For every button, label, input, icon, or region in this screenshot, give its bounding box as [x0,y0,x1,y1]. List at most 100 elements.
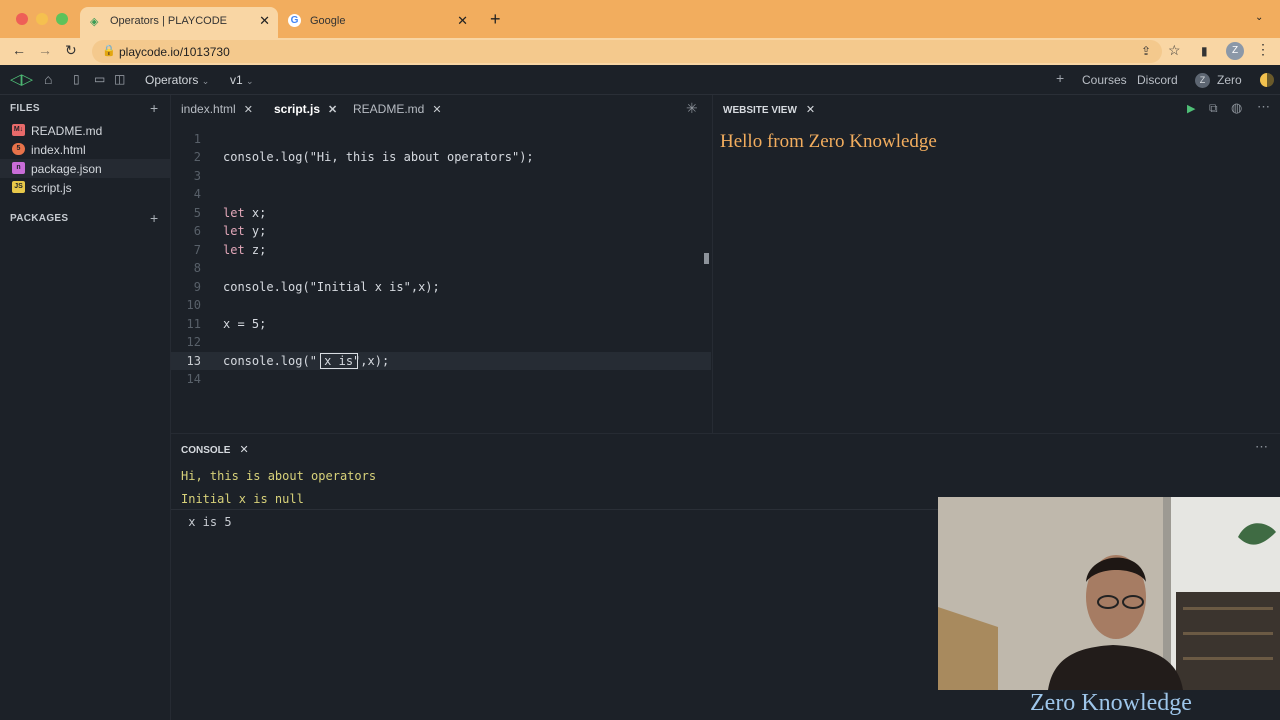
code-text: console.log("Hi, this is about operators… [223,150,534,164]
editor-tab-bar: index.html ✕ script.js ✕ README.md ✕ ✳ [171,95,711,123]
file-sidebar: FILES + M↓ README.md 5 index.html n pack… [0,95,171,720]
text-cursor-icon [704,253,709,264]
tab-readme-md[interactable]: README.md ✕ [353,102,442,116]
file-item-index-html[interactable]: 5 index.html [0,140,170,159]
tab-list-chevron-icon[interactable]: ⌄ [1255,12,1263,23]
playcode-logo-icon[interactable]: ◁▷ [10,70,33,88]
files-heading: FILES [10,103,40,114]
user-avatar[interactable]: Z [1195,73,1210,88]
discord-link[interactable]: Discord [1137,73,1178,87]
markdown-icon: M↓ [12,124,25,136]
code-rest: y; [244,224,267,238]
sidebar-toggle-icon[interactable]: ▮ [1201,44,1208,58]
google-favicon-icon: G [288,14,301,27]
address-bar[interactable]: 🔒 playcode.io/1013730 [92,40,1162,63]
javascript-icon: JS [12,181,25,193]
theme-toggle-icon[interactable] [1260,73,1274,87]
webcam-overlay [938,497,1280,690]
code-text: x = 5; [223,317,267,331]
profile-avatar[interactable]: Z [1226,42,1244,60]
code-text: console.log("Initial x is",x); [223,280,440,294]
project-name-dropdown[interactable]: Operators ⌄ [145,73,209,87]
project-name: Operators [145,73,199,87]
user-name[interactable]: Zero [1217,73,1242,87]
browser-toolbar: ← → ↻ 🔒 playcode.io/1013730 ⇪ ☆ ▮ Z ⋮ [0,38,1280,65]
tab-index-html[interactable]: index.html ✕ [181,102,253,116]
console-log-line: x is 5 [181,515,232,529]
version-dropdown[interactable]: v1 ⌄ [230,73,254,87]
share-icon[interactable]: ⇪ [1141,44,1151,58]
code-line: 4 [171,185,711,203]
home-icon[interactable]: ⌂ [44,71,52,87]
minimize-window-button[interactable] [36,13,48,25]
code-line: 6 let y; [171,222,711,240]
open-window-icon[interactable]: ⧉ [1209,101,1218,116]
bookmark-star-icon[interactable]: ☆ [1168,42,1181,59]
add-package-button[interactable]: + [150,210,158,226]
website-view-tab[interactable]: WEBSITE VIEW ✕ [723,103,815,116]
presenter-video-icon [938,497,1280,690]
line-number: 3 [193,169,201,183]
rendered-heading: Hello from Zero Knowledge [720,131,937,152]
add-file-button[interactable]: + [150,100,158,116]
line-number: 2 [193,150,201,164]
layout-sidebar-icon[interactable]: ▯ [73,72,80,86]
browser-tab-google[interactable]: G Google ✕ [280,7,476,38]
code-text: let y; [223,224,266,238]
close-icon[interactable]: ✕ [432,104,441,116]
line-number: 7 [193,243,201,257]
browser-tab-bar: ◈ Operators | PLAYCODE ✕ G Google ✕ + ⌄ [0,0,1280,38]
globe-icon[interactable]: ◍ [1231,100,1242,116]
back-arrow-icon[interactable]: ← [12,42,26,58]
more-options-icon[interactable]: ⋯ [1257,99,1270,115]
run-play-icon[interactable]: ▶ [1187,102,1195,115]
close-tab-icon[interactable]: ✕ [259,13,270,29]
close-window-button[interactable] [16,13,28,25]
layout-split-icon[interactable]: ◫ [114,72,125,86]
forward-arrow-icon[interactable]: → [38,42,52,58]
file-name: script.js [31,181,72,195]
console-tab[interactable]: CONSOLE ✕ [181,443,249,456]
url-text: playcode.io/1013730 [119,45,230,59]
tab-label: index.html [181,102,236,116]
add-icon[interactable]: + [1056,70,1064,86]
close-icon[interactable]: ✕ [328,104,337,116]
version-label: v1 [230,73,243,87]
line-number: 1 [193,132,201,146]
line-number: 11 [186,317,201,331]
courses-link[interactable]: Courses [1082,73,1127,87]
packages-heading: PACKAGES [10,213,69,224]
close-tab-icon[interactable]: ✕ [457,13,468,29]
lock-icon: 🔒 [102,45,116,57]
browser-tab-playcode[interactable]: ◈ Operators | PLAYCODE ✕ [80,7,278,38]
maximize-window-button[interactable] [56,13,68,25]
keyword: let [223,206,245,220]
file-item-package-json[interactable]: n package.json [0,159,170,178]
channel-watermark: Zero Knowledge [1030,690,1192,716]
line-number: 8 [193,261,201,275]
tab-script-js[interactable]: script.js ✕ [274,102,337,116]
close-icon[interactable]: ✕ [806,104,815,116]
menu-kebab-icon[interactable]: ⋮ [1256,41,1270,58]
code-rest: x; [244,206,267,220]
close-icon[interactable]: ✕ [239,444,248,456]
code-line: 8 [171,259,711,277]
tab-label: script.js [274,102,321,116]
code-line: 14 [171,370,711,388]
line-number: 12 [186,335,201,349]
tab-title: Google [310,15,346,27]
code-text: console.log(" x is",x); [223,354,390,368]
more-options-icon[interactable]: ⋯ [1255,439,1268,455]
layout-bottom-icon[interactable]: ▭ [94,72,105,86]
close-icon[interactable]: ✕ [244,104,253,116]
code-editor[interactable]: 1 2 console.log("Hi, this is about operat… [171,123,711,433]
file-item-script-js[interactable]: JS script.js [0,178,170,197]
reload-icon[interactable]: ↻ [65,42,77,59]
code-line: 2 console.log("Hi, this is about operator… [171,148,711,166]
new-tab-button[interactable]: + [490,9,501,30]
format-code-icon[interactable]: ✳ [686,100,698,117]
line-number: 14 [186,372,201,386]
html5-icon: 5 [12,143,25,155]
file-item-readme[interactable]: M↓ README.md [0,121,170,140]
current-code-line: 13 console.log(" x is",x); [171,352,711,370]
